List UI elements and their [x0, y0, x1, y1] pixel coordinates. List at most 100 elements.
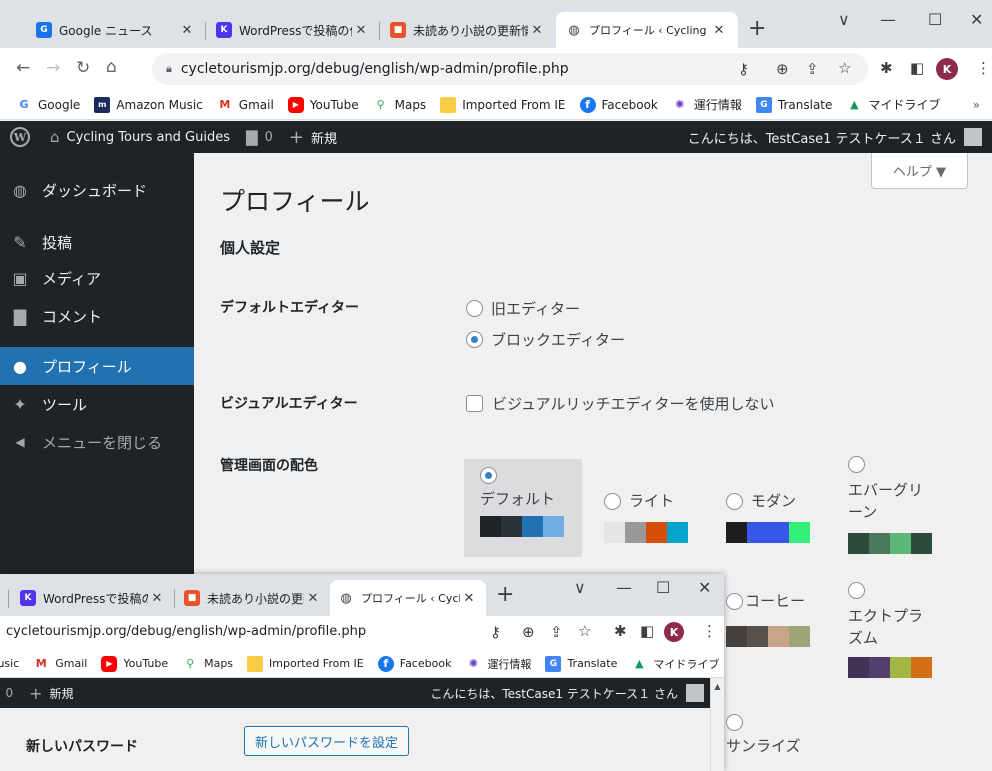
side-panel-icon[interactable]: ◧ — [910, 59, 924, 77]
profile-avatar[interactable]: K — [936, 58, 958, 80]
sidebar-item-comments[interactable]: ▇ コメント — [0, 299, 194, 333]
close-icon[interactable]: ✕ — [178, 23, 196, 38]
bookmark-maps[interactable]: ⚲ Maps — [373, 97, 427, 113]
url-text[interactable]: cycletourismjp.org/debug/english/wp-admi… — [6, 624, 366, 639]
new-tab-button[interactable]: + — [496, 582, 514, 607]
key-icon[interactable]: ⚷ — [490, 623, 501, 641]
radio-block-editor[interactable]: ブロックエディター — [466, 329, 625, 350]
color-scheme-light[interactable]: ライト — [604, 490, 688, 543]
bookmark-youtube[interactable]: ▶ YouTube — [287, 96, 359, 113]
sidebar-item-posts[interactable]: ✎ 投稿 — [0, 225, 194, 259]
bookmark-google-drive[interactable]: ▲ マイドライブ — [631, 656, 719, 672]
color-scheme-ectoplasm[interactable]: エクトプラズム — [848, 582, 948, 678]
menu-kebab-icon[interactable]: ⋮ — [976, 59, 991, 77]
radio-button[interactable] — [848, 582, 865, 599]
close-icon[interactable]: ✕ — [148, 591, 166, 606]
new-tab-button[interactable]: + — [748, 16, 766, 41]
minimize-button[interactable]: — — [880, 10, 896, 29]
checkbox-disable-visual-editor[interactable]: ビジュアルリッチエディターを使用しない — [466, 393, 774, 414]
bookmarks-overflow-icon[interactable]: » — [973, 98, 980, 112]
star-icon[interactable]: ☆ — [578, 622, 591, 640]
radio-button[interactable] — [726, 492, 743, 510]
bookmark-amazon-music[interactable]: m Amazon Music — [94, 96, 203, 113]
address-bar[interactable]: 🔒︎ cycletourismjp.org/debug/english/wp-a… — [152, 53, 868, 85]
radio-button[interactable] — [726, 592, 743, 610]
bookmark-google-drive[interactable]: ▲ マイドライブ — [846, 96, 940, 113]
maximize-button[interactable]: ☐ — [656, 578, 670, 597]
profile-avatar[interactable]: K — [664, 622, 684, 642]
comments-link[interactable]: ▇0 — [246, 128, 273, 146]
bookmark-google[interactable]: G Google — [16, 97, 80, 113]
reload-icon[interactable]: ↻ — [76, 58, 90, 78]
maximize-button[interactable]: ☐ — [928, 10, 942, 29]
extensions-icon[interactable]: ✱ — [880, 59, 893, 77]
back-arrow-icon[interactable]: ← — [16, 58, 30, 78]
new-content-menu[interactable]: + 新規 — [289, 127, 337, 148]
my-account-menu[interactable]: こんにちは、TestCase1 テストケース１ さん — [430, 684, 704, 702]
bookmark-train-info[interactable]: ✺ 運行情報 — [672, 96, 742, 113]
radio-button[interactable] — [726, 714, 743, 731]
bookmark-train-info[interactable]: ✺ 運行情報 — [465, 656, 532, 672]
sidebar-item-profile[interactable]: ● プロフィール — [0, 347, 194, 385]
tab-profile[interactable]: ◍ プロフィール ‹ Cycling To ✕ — [556, 12, 738, 48]
bookmark-translate[interactable]: G Translate — [755, 96, 832, 113]
bookmark-facebook[interactable]: f Facebook — [579, 96, 658, 113]
close-icon[interactable]: ✕ — [352, 23, 370, 38]
sidebar-item-tools[interactable]: ✦ ツール — [0, 387, 194, 421]
color-scheme-evergreen[interactable]: エバーグリーン — [848, 456, 948, 554]
forward-arrow-icon[interactable]: → — [46, 58, 60, 78]
minimize-button[interactable]: — — [616, 578, 632, 597]
sidebar-item-dashboard[interactable]: ◍ ダッシュボード — [0, 173, 194, 207]
star-icon[interactable]: ☆ — [838, 59, 851, 77]
bookmark-imported-from-ie[interactable]: Imported From IE — [247, 655, 364, 672]
my-account-menu[interactable]: こんにちは、TestCase1 テストケース１ さん — [688, 128, 982, 147]
extensions-icon[interactable]: ✱ — [614, 622, 627, 640]
set-new-password-button[interactable]: 新しいパスワードを設定 — [244, 726, 410, 756]
key-icon[interactable]: ⚷ — [738, 60, 749, 78]
site-name-link[interactable]: ⌂ Cycling Tours and Guides — [50, 128, 230, 146]
share-icon[interactable]: ⇪ — [550, 623, 563, 641]
close-icon[interactable]: ✕ — [528, 23, 546, 38]
zoom-icon[interactable]: ⊕ — [776, 60, 789, 78]
bookmark-imported-from-ie[interactable]: Imported From IE — [440, 96, 566, 113]
bookmark-amazon-music[interactable]: Amazon Music — [0, 657, 19, 670]
close-icon[interactable]: ✕ — [710, 23, 728, 38]
comments-link[interactable]: ▇0 — [0, 684, 13, 702]
radio-classic-editor[interactable]: 旧エディター — [466, 298, 580, 319]
sidebar-item-media[interactable]: ▣ メディア — [0, 261, 194, 295]
color-scheme-coffee[interactable]: コーヒー — [726, 590, 810, 647]
zoom-icon[interactable]: ⊕ — [522, 623, 535, 641]
tab-search-icon[interactable]: ∨ — [838, 10, 850, 29]
home-icon[interactable]: ⌂ — [106, 57, 117, 77]
scrollbar[interactable]: ▲ — [710, 678, 724, 771]
help-tab-button[interactable]: ヘルプ ▼ — [871, 153, 968, 189]
sidebar-collapse-menu[interactable]: ◀ メニューを閉じる — [0, 425, 194, 459]
bookmark-gmail[interactable]: M Gmail — [217, 97, 274, 113]
color-scheme-default[interactable]: デフォルト — [464, 459, 582, 557]
bookmark-facebook[interactable]: f Facebook — [377, 655, 451, 672]
tab-search-icon[interactable]: ∨ — [574, 578, 586, 597]
radio-button[interactable] — [848, 456, 865, 473]
radio-button[interactable] — [466, 331, 483, 348]
radio-button[interactable] — [604, 492, 621, 510]
bookmark-maps[interactable]: ⚲ Maps — [182, 656, 233, 672]
close-icon[interactable]: ✕ — [460, 591, 478, 606]
new-content-menu[interactable]: + 新規 — [29, 684, 73, 703]
tab-google-news[interactable]: G Google ニュース ✕ — [30, 12, 202, 48]
bookmark-youtube[interactable]: ▶ YouTube — [101, 655, 168, 672]
radio-button[interactable] — [480, 467, 497, 484]
tab-novel[interactable]: ■ 未読あり小説の更新情 ✕ — [384, 12, 552, 48]
radio-button[interactable] — [466, 300, 483, 317]
tab-profile[interactable]: ◍ プロフィール ‹ Cycling To ✕ — [330, 580, 486, 616]
menu-kebab-icon[interactable]: ⋮ — [702, 622, 717, 640]
scroll-up-arrow-icon[interactable]: ▲ — [711, 682, 724, 691]
side-panel-icon[interactable]: ◧ — [640, 622, 654, 640]
tab-novel[interactable]: ■ 未読あり小説の更新情 ✕ — [178, 580, 328, 616]
close-icon[interactable]: ✕ — [304, 591, 322, 606]
wp-logo-menu[interactable]: W — [10, 127, 30, 147]
tab-wordpress[interactable]: K WordPressで投稿の作 ✕ — [14, 580, 172, 616]
tab-wordpress[interactable]: K WordPressで投稿の作 ✕ — [210, 12, 376, 48]
close-window-button[interactable]: ✕ — [970, 10, 983, 29]
color-scheme-sunrise[interactable]: サンライズ — [726, 714, 801, 757]
checkbox[interactable] — [466, 395, 483, 412]
